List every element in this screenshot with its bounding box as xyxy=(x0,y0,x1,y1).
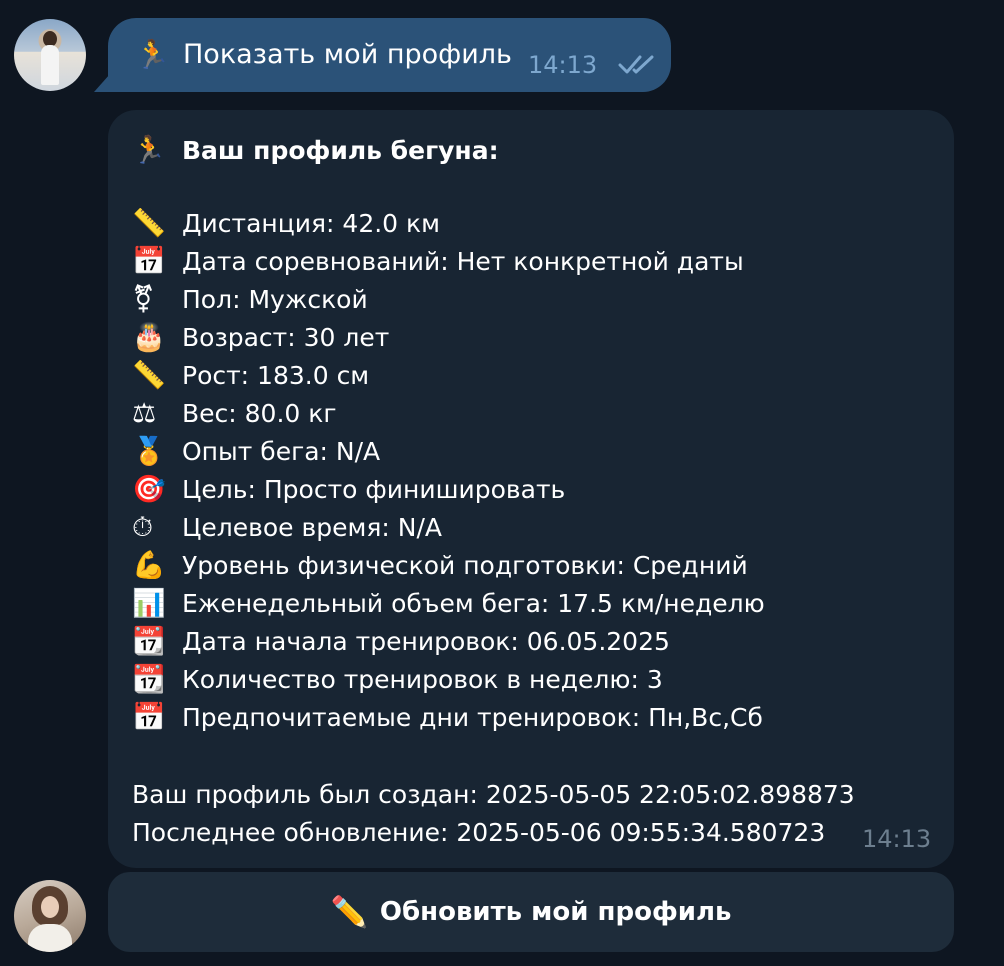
calendar-icon: 📅 xyxy=(132,702,166,733)
bar-chart-icon: 📊 xyxy=(132,588,166,619)
profile-row-goal: 🎯 Цель: Просто финишировать xyxy=(132,471,565,509)
profile-row-text: Рост: 183.0 см xyxy=(182,361,370,390)
chat-area: 🏃 Показать мой профиль 14:13 🏃 Ваш профил… xyxy=(0,0,1004,966)
profile-row-target-time: ⏱ Целевое время: N/A xyxy=(132,509,442,547)
profile-row-height: 📏 Рост: 183.0 см xyxy=(132,357,369,395)
avatar-face xyxy=(41,896,59,918)
profile-row-preferred-days: 📅 Предпочитаемые дни тренировок: Пн,Вс,Сб xyxy=(132,699,763,737)
update-profile-button[interactable]: ✏️ Обновить мой профиль xyxy=(108,872,954,952)
profile-row-text: Дистанция: 42.0 км xyxy=(182,209,440,238)
profile-row-fitness: 💪 Уровень физической подготовки: Средний xyxy=(132,547,748,585)
profile-updated: Последнее обновление: 2025-05-06 09:55:3… xyxy=(132,818,826,847)
incoming-message[interactable]: 🏃 Ваш профиль бегуна: 📏 Дистанция: 42.0 км… xyxy=(108,110,954,868)
ruler-icon: 📏 xyxy=(132,208,166,239)
outgoing-message-time: 14:13 xyxy=(528,51,598,79)
ruler-icon: 📏 xyxy=(132,360,166,391)
profile-row-text: Дата начала тренировок: 06.05.2025 xyxy=(182,627,670,656)
profile-row-weekly-volume: 📊 Еженедельный объем бега: 17.5 км/неделю xyxy=(132,585,765,623)
tear-off-calendar-icon: 📆 xyxy=(132,664,166,695)
profile-row-text: Предпочитаемые дни тренировок: Пн,Вс,Сб xyxy=(182,703,763,732)
profile-title-text: Ваш профиль бегуна: xyxy=(182,136,499,165)
bot-avatar[interactable] xyxy=(14,880,86,952)
profile-created: Ваш профиль был создан: 2025-05-05 22:05… xyxy=(132,780,855,809)
scales-icon: ⚖ xyxy=(132,398,157,429)
outgoing-message-text: Показать мой профиль xyxy=(183,39,512,70)
target-icon: 🎯 xyxy=(132,474,166,505)
profile-row-text: Количество тренировок в неделю: 3 xyxy=(182,665,663,694)
profile-title: 🏃 Ваш профиль бегуна: xyxy=(132,132,499,170)
profile-row-text: Вес: 80.0 кг xyxy=(182,399,337,428)
profile-row-race-date: 📅 Дата соревнований: Нет конкретной даты xyxy=(132,243,744,281)
cake-icon: 🎂 xyxy=(132,322,166,353)
profile-row-text: Пол: Мужской xyxy=(182,285,368,314)
profile-row-text: Цель: Просто финишировать xyxy=(182,475,566,504)
runner-icon: 🏃 xyxy=(132,135,166,166)
user-avatar[interactable] xyxy=(14,19,86,91)
double-check-icon xyxy=(618,55,654,74)
profile-row-text: Возраст: 30 лет xyxy=(182,323,390,352)
gender-icon: ⚧ xyxy=(132,284,155,315)
profile-row-gender: ⚧ Пол: Мужской xyxy=(132,281,368,319)
tear-off-calendar-icon: 📆 xyxy=(132,626,166,657)
profile-row-text: Целевое время: N/A xyxy=(182,513,442,542)
update-profile-label: Обновить мой профиль xyxy=(379,897,732,927)
avatar-body xyxy=(28,924,72,952)
profile-row-text: Дата соревнований: Нет конкретной даты xyxy=(182,247,744,276)
medal-icon: 🏅 xyxy=(132,436,166,467)
incoming-message-time: 14:13 xyxy=(862,825,932,853)
avatar-figure xyxy=(41,45,59,85)
pencil-icon: ✏️ xyxy=(330,894,368,930)
profile-row-start-date: 📆 Дата начала тренировок: 06.05.2025 xyxy=(132,623,670,661)
profile-row-weight: ⚖ Вес: 80.0 кг xyxy=(132,395,337,433)
profile-row-experience: 🏅 Опыт бега: N/A xyxy=(132,433,380,471)
profile-row-text: Еженедельный объем бега: 17.5 км/неделю xyxy=(182,589,765,618)
profile-row-distance: 📏 Дистанция: 42.0 км xyxy=(132,205,440,243)
profile-row-text: Опыт бега: N/A xyxy=(182,437,381,466)
profile-row-age: 🎂 Возраст: 30 лет xyxy=(132,319,389,357)
outgoing-message[interactable]: 🏃 Показать мой профиль 14:13 xyxy=(108,18,671,92)
calendar-icon: 📅 xyxy=(132,246,166,277)
flexed-biceps-icon: 💪 xyxy=(132,550,166,581)
runner-icon: 🏃 xyxy=(135,38,170,71)
profile-row-text: Уровень физической подготовки: Средний xyxy=(182,551,748,580)
profile-row-sessions-per-week: 📆 Количество тренировок в неделю: 3 xyxy=(132,661,663,699)
stopwatch-icon: ⏱ xyxy=(132,512,154,543)
